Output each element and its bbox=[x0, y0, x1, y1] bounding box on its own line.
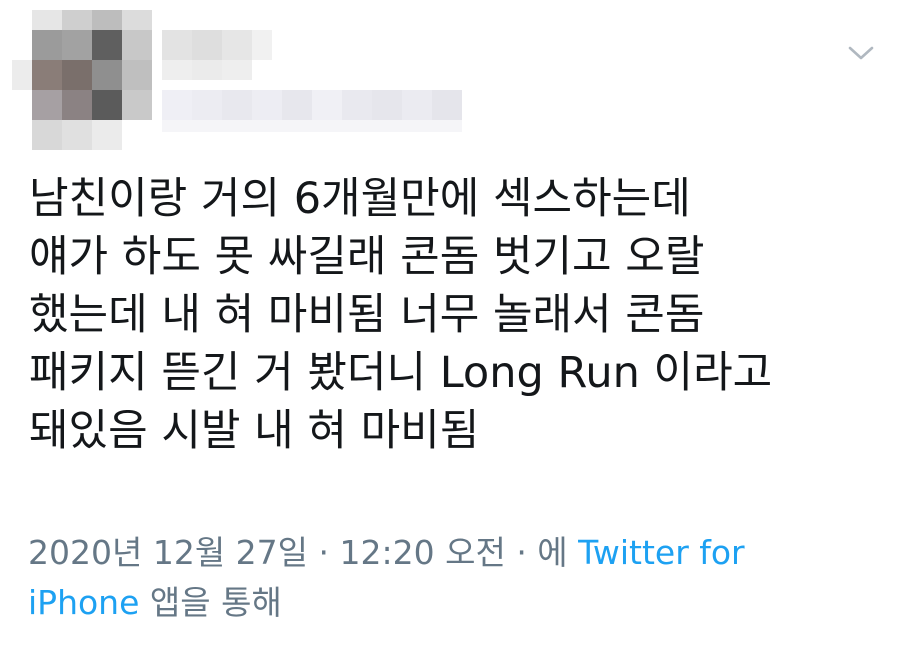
tweet-text-line: 했는데 내 혀 마비됨 너무 놀래서 콘돔 bbox=[29, 290, 705, 340]
tweet-meta: 2020년 12월 27일 · 12:20 오전 · 에 Twitter for… bbox=[28, 528, 888, 628]
tweet-text-line: 패키지 뜯긴 거 봤더니 Long Run 이라고 bbox=[29, 348, 773, 398]
blurred-username[interactable] bbox=[162, 30, 272, 80]
tweet-date[interactable]: 2020년 12월 27일 bbox=[28, 533, 308, 572]
via-prefix: · 에 bbox=[505, 533, 579, 572]
tweet-text: 남친이랑 거의 6개월만에 섹스하는데 얘가 하도 못 싸길래 콘돔 벗기고 오… bbox=[29, 170, 889, 460]
tweet-text-line: 얘가 하도 못 싸길래 콘돔 벗기고 오랄 bbox=[29, 232, 705, 282]
tweet-menu-button[interactable] bbox=[846, 38, 876, 68]
avatar[interactable] bbox=[12, 10, 160, 150]
tweet-text-line: 돼있음 시발 내 혀 마비됨 bbox=[29, 406, 480, 456]
tweet-card: 남친이랑 거의 6개월만에 섹스하는데 얘가 하도 못 싸길래 콘돔 벗기고 오… bbox=[0, 0, 900, 646]
source-link[interactable]: Twitter for bbox=[578, 533, 744, 572]
chevron-down-icon bbox=[848, 46, 874, 60]
source-link-continued[interactable]: iPhone bbox=[28, 583, 139, 622]
tweet-text-line: 남친이랑 거의 6개월만에 섹스하는데 bbox=[29, 174, 691, 224]
blurred-handle[interactable] bbox=[162, 90, 477, 132]
via-suffix: 앱을 통해 bbox=[139, 583, 282, 622]
meta-separator: · bbox=[308, 533, 340, 572]
tweet-time[interactable]: 12:20 오전 bbox=[340, 533, 506, 572]
blurred-user-header[interactable] bbox=[12, 10, 482, 150]
